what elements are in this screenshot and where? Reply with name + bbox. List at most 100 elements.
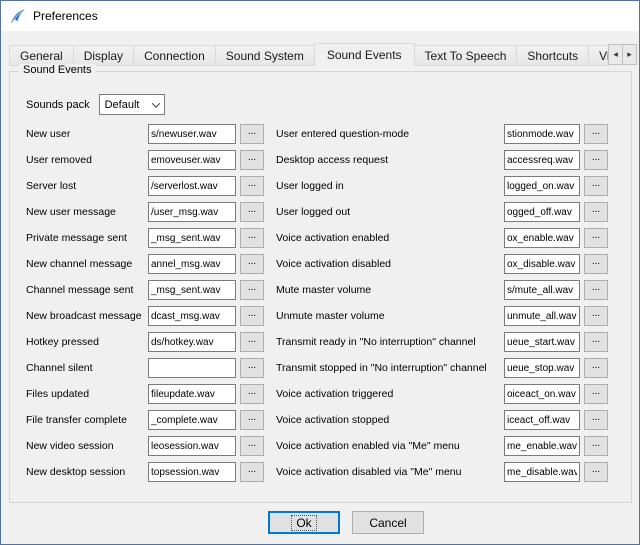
cancel-button[interactable]: Cancel	[352, 511, 424, 534]
browse-button[interactable]: ...	[584, 202, 608, 222]
sound-file-input[interactable]	[504, 202, 580, 222]
browse-button[interactable]: ...	[584, 150, 608, 170]
browse-button[interactable]: ...	[240, 280, 264, 300]
sounds-pack-select[interactable]: Default	[99, 94, 165, 115]
sound-event-label: New channel message	[26, 258, 144, 270]
sound-event-row: Desktop access request...	[276, 150, 623, 170]
sound-event-row: New desktop session...	[26, 462, 260, 482]
sound-file-input[interactable]	[504, 332, 580, 352]
sound-event-row: Files updated...	[26, 384, 260, 404]
tab-sound-system[interactable]: Sound System	[215, 45, 315, 66]
browse-button[interactable]: ...	[584, 410, 608, 430]
tab-sound-events[interactable]: Sound Events	[314, 43, 415, 66]
sound-event-label: New user	[26, 128, 144, 140]
sound-event-row: User removed...	[26, 150, 260, 170]
titlebar: Preferences	[1, 1, 639, 31]
tab-display[interactable]: Display	[73, 45, 134, 66]
sound-file-input[interactable]	[504, 124, 580, 144]
sound-file-input[interactable]	[148, 228, 236, 248]
sound-file-input[interactable]	[504, 462, 580, 482]
sound-event-label: New desktop session	[26, 466, 144, 478]
browse-button[interactable]: ...	[240, 436, 264, 456]
browse-button[interactable]: ...	[584, 384, 608, 404]
sound-file-input[interactable]	[148, 176, 236, 196]
browse-button[interactable]: ...	[584, 332, 608, 352]
sound-event-row: New broadcast message...	[26, 306, 260, 326]
sound-event-row: Voice activation disabled...	[276, 254, 623, 274]
sound-file-input[interactable]	[504, 306, 580, 326]
browse-button[interactable]: ...	[240, 150, 264, 170]
sounds-pack-row: Sounds pack Default	[26, 94, 165, 115]
sound-event-label: Private message sent	[26, 232, 144, 244]
sound-event-label: New user message	[26, 206, 144, 218]
sound-file-input[interactable]	[504, 280, 580, 300]
browse-button[interactable]: ...	[584, 436, 608, 456]
sound-file-input[interactable]	[148, 358, 236, 378]
browse-button[interactable]: ...	[240, 410, 264, 430]
sound-file-input[interactable]	[148, 462, 236, 482]
sound-file-input[interactable]	[148, 124, 236, 144]
browse-button[interactable]: ...	[584, 176, 608, 196]
sound-event-label: Voice activation triggered	[276, 388, 500, 400]
browse-button[interactable]: ...	[240, 176, 264, 196]
sound-file-input[interactable]	[148, 410, 236, 430]
tab-text-to-speech[interactable]: Text To Speech	[414, 45, 518, 66]
sound-file-input[interactable]	[504, 384, 580, 404]
sound-event-row: New user...	[26, 124, 260, 144]
sound-event-label: File transfer complete	[26, 414, 144, 426]
tab-general[interactable]: General	[9, 45, 74, 66]
tab-connection[interactable]: Connection	[133, 45, 216, 66]
sound-event-label: Desktop access request	[276, 154, 500, 166]
chevron-down-icon	[151, 99, 159, 107]
browse-button[interactable]: ...	[584, 124, 608, 144]
sound-event-label: Transmit ready in "No interruption" chan…	[276, 336, 500, 348]
browse-button[interactable]: ...	[240, 306, 264, 326]
sound-event-row: Voice activation stopped...	[276, 410, 623, 430]
sound-event-label: Voice activation disabled via "Me" menu	[276, 466, 500, 478]
browse-button[interactable]: ...	[240, 332, 264, 352]
sound-file-input[interactable]	[504, 150, 580, 170]
browse-button[interactable]: ...	[584, 228, 608, 248]
sound-file-input[interactable]	[148, 254, 236, 274]
sound-file-input[interactable]	[504, 176, 580, 196]
sound-file-input[interactable]	[148, 150, 236, 170]
browse-button[interactable]: ...	[240, 202, 264, 222]
ok-button[interactable]: Ok	[268, 511, 340, 534]
tab-shortcuts[interactable]: Shortcuts	[516, 45, 589, 66]
sound-file-input[interactable]	[504, 410, 580, 430]
app-icon	[9, 8, 26, 25]
sound-event-label: Files updated	[26, 388, 144, 400]
sound-event-label: Voice activation enabled	[276, 232, 500, 244]
browse-button[interactable]: ...	[240, 228, 264, 248]
sound-file-input[interactable]	[148, 280, 236, 300]
tab-scroll-left-button[interactable]: ◂	[608, 44, 623, 65]
sound-event-label: User logged in	[276, 180, 500, 192]
event-column-left: New user...User removed...Server lost...…	[26, 124, 260, 488]
sound-file-input[interactable]	[504, 436, 580, 456]
sound-file-input[interactable]	[504, 228, 580, 248]
sound-file-input[interactable]	[504, 358, 580, 378]
sound-file-input[interactable]	[148, 384, 236, 404]
browse-button[interactable]: ...	[240, 384, 264, 404]
sound-event-label: Hotkey pressed	[26, 336, 144, 348]
sound-event-row: Voice activation enabled via "Me" menu..…	[276, 436, 623, 456]
browse-button[interactable]: ...	[240, 124, 264, 144]
sound-file-input[interactable]	[148, 332, 236, 352]
browse-button[interactable]: ...	[584, 462, 608, 482]
tab-scroll-control: ◂ ▸	[609, 44, 637, 65]
tab-scroll-right-button[interactable]: ▸	[622, 44, 637, 65]
tab-video[interactable]: Video	[588, 45, 609, 66]
browse-button[interactable]: ...	[584, 358, 608, 378]
browse-button[interactable]: ...	[240, 254, 264, 274]
browse-button[interactable]: ...	[584, 280, 608, 300]
sound-event-row: Voice activation triggered...	[276, 384, 623, 404]
browse-button[interactable]: ...	[584, 254, 608, 274]
browse-button[interactable]: ...	[240, 358, 264, 378]
sound-file-input[interactable]	[504, 254, 580, 274]
browse-button[interactable]: ...	[240, 462, 264, 482]
sound-file-input[interactable]	[148, 202, 236, 222]
sound-file-input[interactable]	[148, 306, 236, 326]
sound-event-row: File transfer complete...	[26, 410, 260, 430]
sound-file-input[interactable]	[148, 436, 236, 456]
browse-button[interactable]: ...	[584, 306, 608, 326]
